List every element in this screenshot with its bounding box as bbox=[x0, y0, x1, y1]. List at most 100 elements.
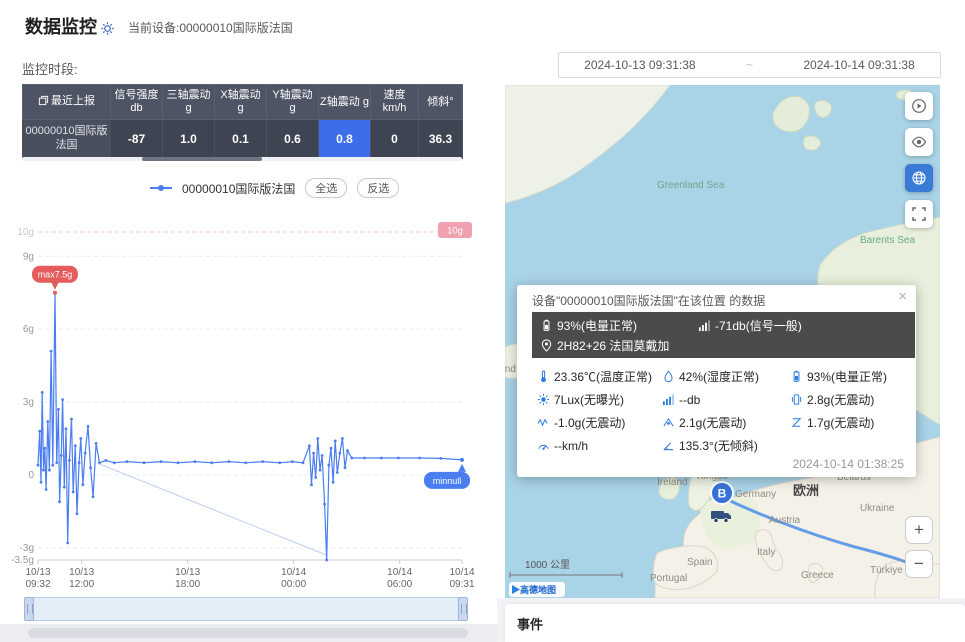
location-pin-icon bbox=[540, 339, 553, 352]
device-info-popup: 设备"00000010国际版法国"在该位置 的数据 × 93%(电量正常) -7… bbox=[517, 285, 916, 477]
eye-icon bbox=[911, 134, 927, 150]
x-vibration-text: -1.0g(无震动) bbox=[554, 414, 625, 431]
fullscreen-button[interactable] bbox=[905, 200, 933, 228]
z-vibration-reading: 1.7g(无震动) bbox=[790, 411, 910, 434]
play-track-button[interactable] bbox=[905, 92, 933, 120]
zoom-in-button[interactable]: + bbox=[905, 516, 933, 544]
cell-speed[interactable]: 0 bbox=[371, 120, 419, 159]
col-z-vibration: Z轴震动 g bbox=[319, 85, 371, 120]
horizontal-scrollbar[interactable] bbox=[28, 628, 468, 638]
map-label-europe: 欧洲 bbox=[793, 483, 819, 498]
tilt-reading: 135.3°(无倾斜) bbox=[662, 434, 790, 457]
band-battery-text: 93%(电量正常) bbox=[557, 317, 637, 334]
map-label-ukraine: Ukraine bbox=[860, 503, 895, 514]
popup-status-band: 93%(电量正常) -71db(信号一般) 2H82+26 法国莫戴加 bbox=[532, 312, 915, 358]
battery-text: 93%(电量正常) bbox=[807, 368, 887, 385]
cell-signal[interactable]: -87 bbox=[111, 120, 163, 159]
datazoom-left-handle[interactable] bbox=[24, 597, 34, 621]
svg-text:09:31: 09:31 bbox=[449, 579, 474, 590]
svg-text:-3g: -3g bbox=[20, 543, 34, 554]
light-reading: 7Lux(无曝光) bbox=[537, 388, 662, 411]
chart-legend: 00000010国际版法国 全选 反选 bbox=[150, 178, 399, 198]
col-y-vibration: Y轴震动 g bbox=[267, 85, 319, 120]
page-title: 数据监控 bbox=[25, 13, 97, 39]
vibration-icon bbox=[790, 393, 803, 406]
x-vibration-reading: -1.0g(无震动) bbox=[537, 411, 662, 434]
marker-b[interactable]: B bbox=[711, 482, 733, 504]
z-vibration-icon bbox=[790, 416, 803, 429]
svg-text:6g: 6g bbox=[23, 324, 34, 335]
invert-select-button[interactable]: 反选 bbox=[357, 178, 399, 198]
signal-icon bbox=[662, 393, 675, 406]
table-scrollbar-thumb[interactable] bbox=[142, 157, 262, 161]
cell-triaxial[interactable]: 1.0 bbox=[163, 120, 215, 159]
copy-icon bbox=[38, 95, 49, 110]
svg-text:00:00: 00:00 bbox=[281, 579, 306, 590]
temperature-text: 23.36℃(温度正常) bbox=[554, 368, 652, 385]
map-label-italy: Italy bbox=[757, 547, 775, 558]
speed-text: --km/h bbox=[554, 439, 588, 453]
events-panel: 事件 bbox=[505, 604, 965, 642]
legend-series-name[interactable]: 00000010国际版法国 bbox=[182, 180, 295, 197]
map-label-iceland: land bbox=[505, 364, 516, 375]
battery-icon bbox=[540, 319, 553, 332]
svg-text:10/14: 10/14 bbox=[387, 567, 412, 578]
svg-text:10g: 10g bbox=[447, 226, 463, 237]
svg-text:10/14: 10/14 bbox=[449, 567, 474, 578]
svg-text:-3.5g: -3.5g bbox=[11, 555, 34, 566]
svg-text:10g: 10g bbox=[17, 227, 34, 238]
select-all-button[interactable]: 全选 bbox=[305, 178, 347, 198]
y-vibration-icon bbox=[662, 416, 675, 429]
vibration-reading: 2.8g(无震动) bbox=[790, 388, 910, 411]
svg-text:10/13: 10/13 bbox=[175, 567, 200, 578]
light-text: 7Lux(无曝光) bbox=[554, 391, 624, 408]
col-label: 最近上报 bbox=[51, 95, 95, 107]
band-signal-text: -71db(信号一般) bbox=[715, 317, 802, 334]
band-battery: 93%(电量正常) bbox=[540, 317, 698, 334]
svg-text:06:00: 06:00 bbox=[387, 579, 412, 590]
device-row[interactable]: 00000010国际版法国 -87 1.0 0.1 0.6 0.8 0 36.3 bbox=[23, 120, 463, 159]
fullscreen-icon bbox=[911, 206, 927, 222]
cell-x-vibration[interactable]: 0.1 bbox=[215, 120, 267, 159]
svg-text:max7.5g: max7.5g bbox=[38, 270, 73, 280]
col-recent-report: 最近上报 bbox=[23, 85, 111, 120]
svg-text:10/13: 10/13 bbox=[69, 567, 94, 578]
amap-logo-text: 高德地图 bbox=[520, 583, 556, 596]
svg-text:18:00: 18:00 bbox=[175, 579, 200, 590]
cell-tilt[interactable]: 36.3 bbox=[419, 120, 463, 159]
zoom-out-button[interactable]: − bbox=[905, 550, 933, 578]
datazoom-right-handle[interactable] bbox=[458, 597, 468, 621]
datazoom-slider[interactable] bbox=[24, 597, 468, 621]
date-separator: ~ bbox=[746, 58, 753, 72]
col-triaxial: 三轴震动 g bbox=[163, 85, 215, 120]
popup-title: 设备"00000010国际版法国"在该位置 的数据 bbox=[532, 292, 765, 309]
map-label-portugal: Portugal bbox=[650, 573, 687, 584]
popup-sensor-grid: 23.36℃(温度正常) 42%(湿度正常) 93%(电量正常) 7Lux(无曝… bbox=[537, 365, 910, 457]
visibility-button[interactable] bbox=[905, 128, 933, 156]
start-date[interactable]: 2024-10-13 09:31:38 bbox=[584, 58, 695, 72]
play-icon bbox=[911, 98, 927, 114]
cell-device-name[interactable]: 00000010国际版法国 bbox=[23, 120, 111, 159]
map-label-spain: Spain bbox=[687, 557, 713, 568]
svg-text:3g: 3g bbox=[23, 397, 34, 408]
thermometer-icon bbox=[537, 370, 550, 383]
gear-icon[interactable] bbox=[100, 21, 115, 36]
band-location-text: 2H82+26 法国莫戴加 bbox=[557, 337, 669, 354]
signal-text: --db bbox=[679, 393, 700, 407]
col-signal: 信号强度 db bbox=[111, 85, 163, 120]
signal-reading: --db bbox=[662, 388, 790, 411]
monitor-period-label: 监控时段: bbox=[22, 59, 78, 78]
speed-icon bbox=[537, 439, 550, 452]
device-table: 最近上报 信号强度 db 三轴震动 g X轴震动 g Y轴震动 g Z轴震动 g… bbox=[22, 84, 463, 159]
map-label-germany: Germany bbox=[735, 489, 776, 500]
end-date[interactable]: 2024-10-14 09:31:38 bbox=[803, 58, 914, 72]
popup-close-icon[interactable]: × bbox=[898, 288, 907, 305]
map-label-ireland: Ireland bbox=[657, 477, 688, 488]
map-layer-button[interactable] bbox=[905, 164, 933, 192]
col-speed: 速度 km/h bbox=[371, 85, 419, 120]
land-island bbox=[803, 136, 821, 150]
cell-y-vibration[interactable]: 0.6 bbox=[267, 120, 319, 159]
cell-z-vibration-selected[interactable]: 0.8 bbox=[319, 120, 371, 159]
legend-line-icon bbox=[150, 187, 172, 189]
date-range-picker[interactable]: 2024-10-13 09:31:38 ~ 2024-10-14 09:31:3… bbox=[558, 52, 941, 78]
